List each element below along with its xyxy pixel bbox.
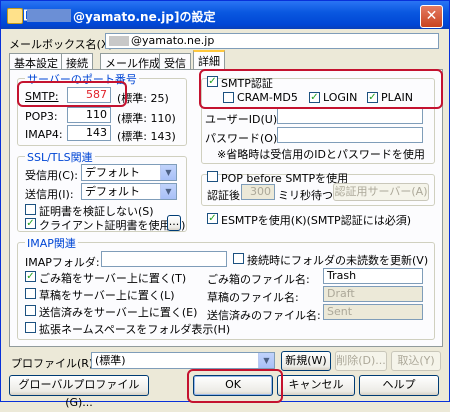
mailbox-input[interactable]: @yamato.ne.jp	[105, 33, 439, 49]
draft-name-input[interactable]: Draft	[323, 286, 423, 302]
pop-wait-unit: ミリ秒待つ	[278, 189, 333, 202]
smtp-pass-label: パスワード(O):	[205, 132, 281, 145]
cram-md5-checkbox[interactable]	[223, 92, 234, 103]
sent-name-input[interactable]: Sent	[323, 304, 423, 320]
smtp-auth-checkbox[interactable]: ✓	[207, 76, 218, 87]
ssl-recv-label: 受信用(C):	[25, 169, 78, 182]
cancel-button[interactable]: キャンセル	[277, 375, 355, 396]
global-profile-button[interactable]: グローバルプロファイル(G)...	[9, 375, 149, 409]
unread-label: 接続時にフォルダの未読数を更新(V)	[247, 254, 429, 267]
imap-folder-label: IMAPフォルダ:	[25, 256, 100, 269]
smtp-port-default: (標準: 25)	[117, 92, 169, 105]
tab-compose[interactable]: メール作成	[100, 53, 165, 70]
auth-server-button[interactable]: 認証用サーバー(A)	[333, 183, 429, 201]
title-bar: [ @yamato.ne.jp]の設定 ✕	[1, 1, 449, 29]
app-icon	[7, 8, 23, 24]
help-button[interactable]: ヘルプ	[359, 375, 439, 396]
client-cert-checkbox[interactable]: ✓	[25, 218, 36, 229]
namespace-label: 拡張ネームスペースをフォルダ表示(H)	[39, 323, 231, 336]
ssl-send-label: 送信用(I):	[25, 188, 74, 201]
imap4-port-input[interactable]: 143	[67, 125, 111, 141]
esmtp-label: ESMTPを使用(K)(SMTP認証には必須)	[221, 214, 411, 227]
draft-server-checkbox[interactable]	[25, 288, 36, 299]
esmtp-checkbox[interactable]: ✓	[207, 213, 218, 224]
cram-md5-label: CRAM-MD5	[237, 91, 298, 104]
smtp-user-label: ユーザーID(U):	[205, 113, 281, 126]
sent-name-label: 送信済みのファイル名:	[207, 309, 321, 322]
redacted-account	[27, 9, 71, 22]
tab-advanced[interactable]: 詳細	[193, 50, 225, 70]
pop3-port-input[interactable]: 110	[67, 107, 111, 123]
delete-profile-button[interactable]: 削除(D)...	[335, 351, 387, 371]
login-checkbox[interactable]: ✓	[309, 92, 320, 103]
import-profile-button[interactable]: 取込(Y)	[391, 351, 441, 371]
profile-select[interactable]: (標準) ▼	[91, 352, 275, 369]
smtp-port-input[interactable]: 587	[67, 87, 111, 103]
trash-name-input[interactable]: Trash	[323, 268, 423, 284]
namespace-checkbox[interactable]	[25, 322, 36, 333]
pop3-port-label: POP3:	[25, 110, 58, 123]
ports-group-label: サーバーのポート番号	[25, 71, 139, 87]
smtp-auth-label: SMTP認証	[221, 77, 273, 90]
window-title: @yamato.ne.jp]の設定	[73, 10, 216, 24]
smtp-port-label: SMTP:	[25, 90, 59, 103]
mailbox-label: メールボックス名(X):	[9, 38, 117, 51]
chevron-down-icon: ▼	[160, 184, 176, 199]
pop-wait-input[interactable]: 300	[241, 184, 275, 200]
settings-dialog: [ @yamato.ne.jp]の設定 ✕ メールボックス名(X): @yama…	[0, 0, 450, 409]
draft-name-label: 草稿のファイル名:	[207, 291, 299, 304]
ok-button[interactable]: OK	[193, 375, 273, 396]
plain-label: PLAIN	[381, 91, 414, 104]
smtp-user-input[interactable]	[277, 108, 423, 124]
tab-connection[interactable]: 接続	[61, 53, 93, 70]
verify-cert-checkbox[interactable]	[25, 204, 36, 215]
login-label: LOGIN	[323, 91, 358, 104]
imap-folder-input[interactable]	[101, 251, 227, 267]
tab-receive[interactable]: 受信	[159, 53, 191, 70]
chevron-down-icon: ▼	[160, 165, 176, 180]
plain-checkbox[interactable]: ✓	[367, 92, 378, 103]
ssl-group-label: SSL/TLS関連	[25, 149, 95, 165]
profile-label: プロファイル(R):	[11, 357, 97, 370]
sent-server-label: 送信済みをサーバー上に置く(E)	[39, 306, 198, 319]
client-cert-label: クライアント証明書を使用(F)	[39, 219, 186, 232]
smtp-auth-note: ※省略時は受信用のIDとパスワードを使用	[217, 148, 425, 161]
sent-server-checkbox[interactable]	[25, 305, 36, 316]
draft-server-label: 草稿をサーバー上に置く(L)	[39, 289, 175, 302]
new-profile-button[interactable]: 新規(W)	[281, 351, 331, 371]
close-icon[interactable]: ✕	[420, 5, 443, 28]
imap4-port-default: (標準: 143)	[117, 130, 176, 143]
imap4-port-label: IMAP4:	[25, 128, 63, 141]
trash-server-checkbox[interactable]: ✓	[25, 271, 36, 282]
tab-basic[interactable]: 基本設定	[9, 53, 63, 70]
unread-checkbox[interactable]	[233, 253, 244, 264]
smtp-pass-input[interactable]	[277, 127, 423, 143]
imap-group-label: IMAP関連	[25, 235, 78, 251]
trash-name-label: ごみ箱のファイル名:	[207, 273, 310, 286]
chevron-down-icon: ▼	[258, 353, 274, 368]
ssl-send-select[interactable]: デフォルト ▼	[81, 183, 177, 200]
browse-cert-button[interactable]: ...	[167, 215, 181, 231]
ssl-recv-select[interactable]: デフォルト ▼	[81, 164, 177, 181]
pop3-port-default: (標準: 110)	[117, 112, 176, 125]
trash-server-label: ごみ箱をサーバー上に置く(T)	[39, 272, 187, 285]
pop-wait-label: 認証後	[207, 189, 240, 202]
pop-before-checkbox[interactable]	[207, 171, 218, 182]
